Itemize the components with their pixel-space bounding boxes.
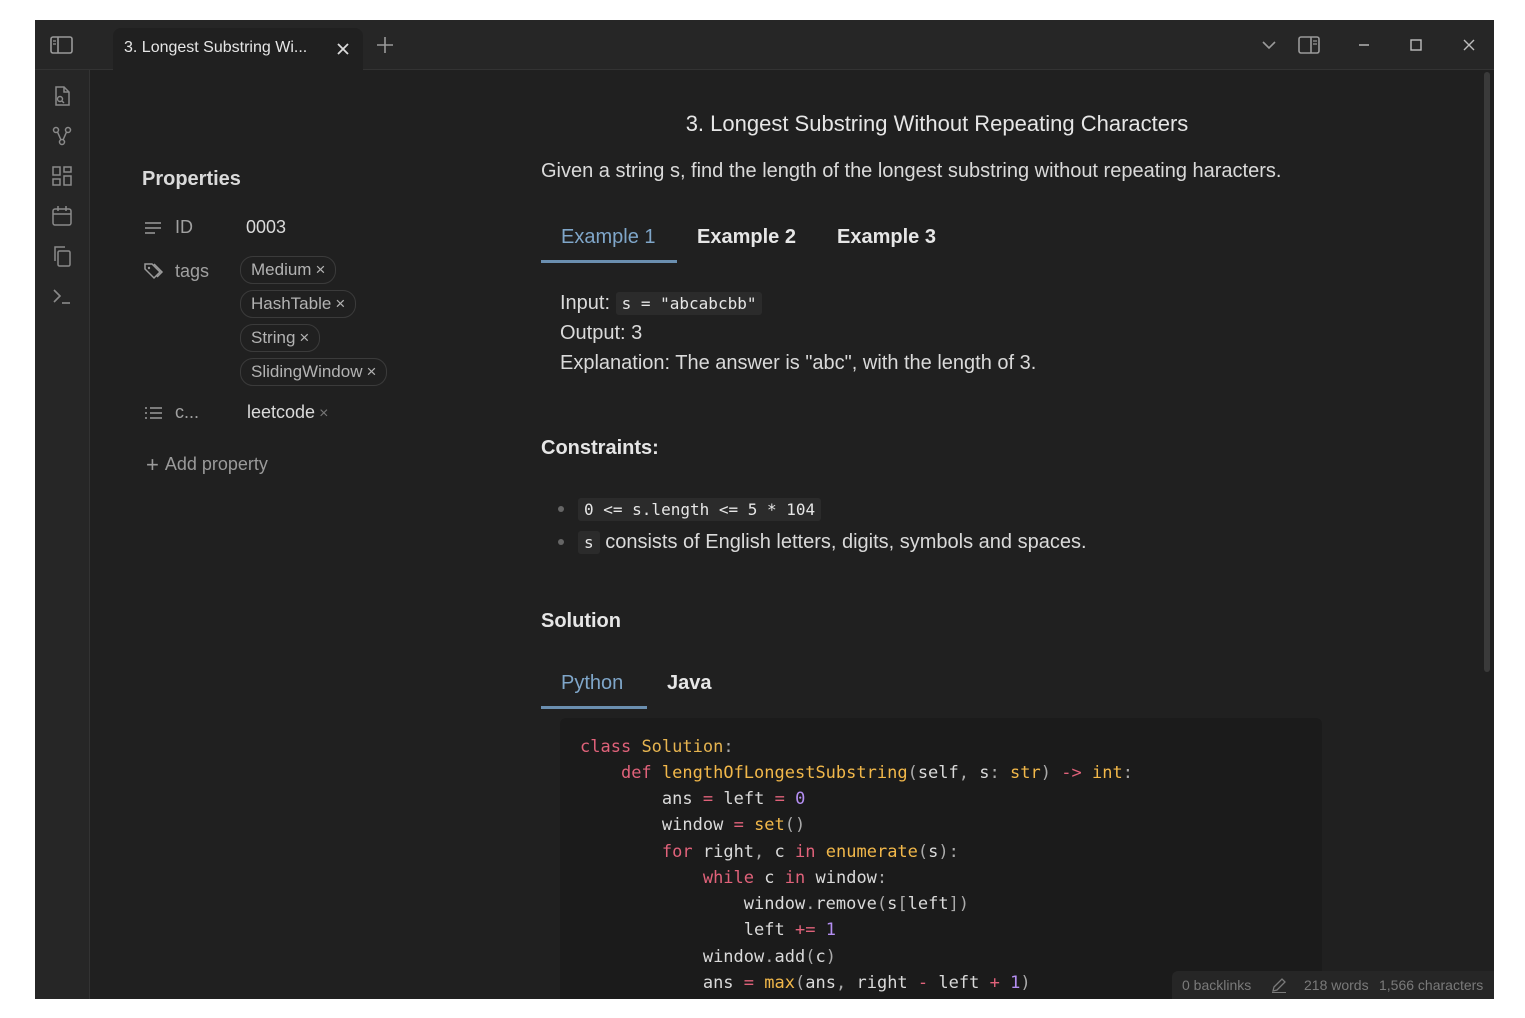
- remove-tag-icon[interactable]: ×: [335, 294, 345, 313]
- tag-label: String: [251, 328, 296, 347]
- status-bar: 0 backlinks 218 words 1,566 characters: [1172, 971, 1494, 999]
- close-window-icon[interactable]: [1458, 34, 1480, 56]
- input-label: Input:: [560, 292, 611, 314]
- text-lines-icon: [143, 218, 163, 238]
- tab-example-3[interactable]: Example 3: [837, 226, 936, 249]
- graph-icon[interactable]: [50, 124, 74, 148]
- example-output: Output: 3: [560, 322, 643, 344]
- note-title: 3. Longest Substring Without Repeating C…: [685, 111, 1189, 136]
- property-key-category[interactable]: c...: [175, 402, 199, 423]
- code-line: window.remove(s[left]): [743, 894, 970, 914]
- maximize-icon[interactable]: [1405, 34, 1427, 56]
- code-line: for right, c in enumerate(s):: [661, 842, 959, 862]
- code-line: ans = left = 0: [661, 789, 806, 809]
- tab-example-2[interactable]: Example 2: [697, 226, 796, 249]
- list-icon: [143, 403, 163, 423]
- problem-statement: Given a string s, find the length of the…: [541, 160, 1282, 182]
- constraint-code: s: [578, 531, 600, 554]
- property-value-category[interactable]: leetcode ×: [247, 402, 328, 423]
- split-view-icon[interactable]: [1297, 34, 1320, 56]
- remove-value-icon[interactable]: ×: [319, 405, 328, 422]
- left-ribbon: [35, 70, 90, 999]
- code-block[interactable]: class Solution: def lengthOfLongestSubst…: [560, 718, 1322, 999]
- tag-label: HashTable: [251, 294, 332, 313]
- tab-java[interactable]: Java: [667, 672, 712, 695]
- app-window: 3. Longest Substring Wi... Properties ID…: [35, 20, 1494, 999]
- add-property-label: Add property: [164, 454, 268, 474]
- category-label: leetcode: [247, 402, 316, 422]
- chevron-down-icon[interactable]: [1258, 34, 1280, 56]
- constraints-heading: Constraints:: [541, 437, 659, 459]
- copy-icon[interactable]: [50, 244, 74, 268]
- constraint-item: 0 <= s.length <= 5 * 104: [578, 498, 822, 521]
- code-line: while c in window:: [702, 868, 888, 888]
- bullet-marker: [558, 506, 564, 512]
- character-count: 1,566 characters: [1379, 977, 1484, 993]
- properties-heading: Properties: [142, 168, 241, 190]
- code-line: class Solution:: [580, 737, 734, 757]
- code-line: window = set(): [661, 815, 806, 835]
- tag-pill[interactable]: SlidingWindow ×: [240, 358, 388, 386]
- tag-pill[interactable]: HashTable ×: [240, 290, 357, 318]
- tags-icon: [143, 261, 164, 281]
- solution-heading: Solution: [541, 610, 621, 632]
- tag-label: Medium: [251, 260, 312, 279]
- backlinks-count[interactable]: 0 backlinks: [1182, 977, 1251, 993]
- remove-tag-icon[interactable]: ×: [367, 362, 377, 381]
- constraint-code: 0 <= s.length <= 5 * 104: [578, 498, 822, 521]
- property-key-tags[interactable]: tags: [175, 261, 209, 282]
- editor-pane: Properties ID 0003 tags Medium × HashTabl…: [90, 70, 1494, 999]
- bullet-marker: [558, 539, 564, 545]
- tag-pill[interactable]: String ×: [240, 324, 321, 352]
- terminal-icon[interactable]: [50, 284, 74, 308]
- calendar-icon[interactable]: [50, 204, 74, 228]
- add-property-button[interactable]: + Add property: [146, 450, 268, 477]
- canvas-icon[interactable]: [50, 164, 74, 188]
- active-tab-indicator: [541, 706, 647, 709]
- property-value-id[interactable]: 0003: [246, 217, 286, 238]
- constraint-item: s consists of English letters, digits, s…: [578, 531, 1087, 554]
- tab-python[interactable]: Python: [561, 672, 623, 695]
- plus-icon[interactable]: [376, 36, 394, 54]
- remove-tag-icon[interactable]: ×: [299, 328, 309, 347]
- example-input: Input: s = "abcabcbb": [560, 292, 763, 315]
- input-code: s = "abcabcbb": [615, 292, 763, 315]
- code-line: ans = max(ans, right - left + 1): [702, 973, 1031, 993]
- tab-active-note[interactable]: 3. Longest Substring Wi...: [113, 28, 363, 70]
- tab-example-1[interactable]: Example 1: [561, 226, 656, 249]
- code-line: window.add(c): [702, 947, 836, 967]
- tab-title: 3. Longest Substring Wi...: [124, 39, 308, 56]
- open-file-icon[interactable]: [50, 84, 74, 108]
- code-line: def lengthOfLongestSubstring(self, s: st…: [620, 763, 1133, 783]
- code-line: left += 1: [743, 920, 836, 940]
- property-key-id[interactable]: ID: [175, 217, 193, 238]
- active-tab-indicator: [541, 260, 677, 263]
- close-icon[interactable]: [335, 41, 351, 57]
- pencil-icon[interactable]: [1270, 976, 1288, 994]
- title-bar: 3. Longest Substring Wi...: [35, 20, 1494, 70]
- example-explanation: Explanation: The answer is "abc", with t…: [560, 352, 1037, 374]
- minimize-icon[interactable]: [1353, 34, 1375, 56]
- constraint-text: consists of English letters, digits, sym…: [605, 531, 1087, 553]
- sidebar-toggle-icon[interactable]: [49, 33, 75, 57]
- tag-pill[interactable]: Medium ×: [240, 256, 337, 284]
- remove-tag-icon[interactable]: ×: [315, 260, 325, 279]
- tag-label: SlidingWindow: [251, 362, 363, 381]
- word-count: 218 words: [1304, 977, 1369, 993]
- plus-icon: +: [146, 452, 159, 477]
- scrollbar[interactable]: [1484, 72, 1490, 672]
